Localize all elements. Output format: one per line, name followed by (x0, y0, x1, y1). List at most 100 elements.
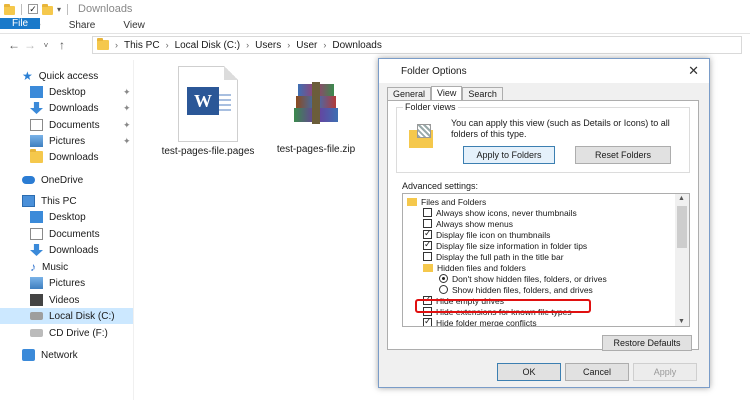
sidebar-item-local-disk[interactable]: Local Disk (C:) (0, 308, 133, 324)
window-title: Downloads (78, 3, 133, 15)
chevron-right-icon: › (165, 40, 169, 50)
setting-group: Hidden files and folders (423, 262, 526, 273)
scrollbar-thumb[interactable] (677, 206, 687, 248)
folder-icon (97, 38, 109, 50)
sidebar-item-downloads[interactable]: Downloads (30, 100, 98, 116)
radio[interactable] (439, 285, 448, 294)
sidebar-item-pc-desktop[interactable]: Desktop (30, 209, 86, 225)
pin-icon[interactable]: ✦ (123, 136, 131, 147)
sidebar-item-videos[interactable]: Videos (30, 292, 79, 308)
sidebar-item-desktop[interactable]: Desktop (30, 84, 86, 100)
setting-checkbox[interactable]: Always show icons, never thumbnails (423, 207, 577, 218)
setting-label: Show hidden files, folders, and drives (452, 284, 593, 295)
setting-label: Display file size information in folder … (436, 240, 588, 251)
ok-button[interactable]: OK (497, 363, 561, 381)
tab-general[interactable]: General (387, 87, 432, 100)
sidebar-item-label: Videos (49, 294, 80, 306)
pin-icon[interactable]: ✦ (123, 103, 131, 114)
setting-radio[interactable]: Show hidden files, folders, and drives (439, 284, 593, 295)
sidebar-item-label: Desktop (49, 86, 86, 98)
sidebar-item-label: Pictures (49, 277, 86, 289)
setting-radio[interactable]: Don't show hidden files, folders, or dri… (439, 273, 607, 284)
breadcrumb-users[interactable]: Users (255, 40, 281, 51)
setting-checkbox[interactable]: Always show menus (423, 218, 513, 229)
pin-icon[interactable]: ✦ (123, 120, 131, 131)
sidebar-item-pc-pictures[interactable]: Pictures (30, 275, 85, 291)
breadcrumb-local-disk[interactable]: Local Disk (C:) (175, 40, 241, 51)
sidebar-item-pc-downloads[interactable]: Downloads (30, 242, 98, 258)
checkbox-checked[interactable] (423, 239, 432, 250)
setting-checkbox[interactable]: Display the full path in the title bar (423, 251, 564, 262)
sidebar-item-quick-access[interactable]: ★ Quick access (22, 68, 98, 84)
setting-checkbox[interactable]: Hide folder merge conflicts (423, 316, 537, 326)
up-arrow-icon[interactable]: ↑ (54, 38, 70, 52)
restore-defaults-button[interactable]: Restore Defaults (602, 335, 692, 351)
folder-options-dialog: Folder Options ✕ General View Search Fol… (378, 58, 710, 388)
sidebar-item-label: Downloads (49, 151, 99, 163)
checkbox-checked[interactable] (423, 228, 432, 239)
checkbox[interactable] (423, 208, 432, 217)
breadcrumb-downloads[interactable]: Downloads (332, 40, 381, 51)
sidebar-item-label: Local Disk (C:) (49, 310, 115, 322)
folder-icon (407, 197, 417, 206)
setting-checkbox[interactable]: Display file size information in folder … (423, 239, 588, 251)
navigation-bar: ← → ˅ ↑ › This PC › Local Disk (C:) › Us… (0, 34, 750, 56)
sidebar-item-label: Quick access (38, 70, 99, 82)
tab-file[interactable]: File (0, 18, 41, 29)
checkbox[interactable] (423, 252, 432, 261)
sidebar-item-pc-documents[interactable]: Documents (30, 226, 100, 242)
file-item[interactable]: W test-pages-file.pages (160, 66, 256, 157)
reset-folders-button[interactable]: Reset Folders (575, 146, 671, 164)
checkbox-checked[interactable] (423, 316, 432, 326)
sidebar-item-this-pc[interactable]: This PC (22, 193, 77, 209)
sidebar-item-pictures[interactable]: Pictures (30, 133, 85, 149)
cancel-button[interactable]: Cancel (565, 363, 629, 381)
apply-to-folders-button[interactable]: Apply to Folders (463, 146, 555, 164)
new-folder-icon[interactable] (42, 3, 53, 15)
recent-dropdown-icon[interactable]: ˅ (38, 41, 54, 50)
setting-group: Files and Folders (407, 196, 486, 207)
address-bar[interactable]: › This PC › Local Disk (C:) › Users › Us… (92, 36, 742, 54)
breadcrumb-user[interactable]: User (296, 40, 317, 51)
scrollbar[interactable]: ▲ ▼ (675, 194, 689, 326)
sidebar-item-downloads-folder[interactable]: Downloads (30, 149, 98, 165)
breadcrumb-this-pc[interactable]: This PC (124, 40, 160, 51)
radio-selected[interactable] (439, 274, 448, 283)
cloud-icon (22, 176, 35, 184)
sidebar-item-label: Documents (49, 119, 100, 131)
sidebar-item-label: Pictures (49, 135, 86, 147)
title-bar: ✓ ▾ Downloads (0, 0, 750, 18)
setting-label: Display file icon on thumbnails (436, 229, 551, 240)
star-icon: ★ (22, 69, 33, 83)
dropdown-icon[interactable]: ▾ (57, 5, 61, 14)
scroll-down-icon[interactable]: ▼ (678, 318, 685, 325)
tab-view[interactable]: View (109, 18, 159, 33)
scroll-up-icon[interactable]: ▲ (678, 195, 685, 202)
tab-search[interactable]: Search (462, 87, 503, 100)
sidebar-item-network[interactable]: Network (22, 347, 78, 363)
close-icon[interactable]: ✕ (688, 63, 699, 79)
checkmark-icon[interactable]: ✓ (28, 4, 38, 14)
tab-share[interactable]: Share (55, 18, 110, 33)
sidebar-item-cd-drive[interactable]: CD Drive (F:) (30, 325, 108, 341)
checkbox[interactable] (423, 219, 432, 228)
word-document-icon: W (178, 66, 238, 142)
sidebar-item-label: Downloads (49, 102, 99, 114)
tab-view[interactable]: View (431, 86, 463, 100)
divider (67, 3, 69, 15)
setting-checkbox[interactable]: Display file icon on thumbnails (423, 228, 551, 240)
folder-view-icon (409, 124, 433, 148)
sidebar-item-documents[interactable]: Documents (30, 117, 100, 133)
apply-button[interactable]: Apply (633, 363, 697, 381)
file-item[interactable]: test-pages-file.zip (268, 80, 364, 155)
computer-icon (22, 195, 35, 207)
sidebar-item-onedrive[interactable]: OneDrive (22, 172, 83, 188)
dialog-tabs: General View Search (387, 86, 503, 100)
sidebar-item-music[interactable]: ♪ Music (30, 259, 68, 275)
sidebar-item-label: CD Drive (F:) (49, 327, 108, 339)
network-icon (22, 349, 35, 361)
back-arrow-icon[interactable]: ← (6, 38, 22, 52)
forward-arrow-icon[interactable]: → (22, 38, 38, 52)
pin-icon[interactable]: ✦ (123, 87, 131, 98)
setting-label: Don't show hidden files, folders, or dri… (452, 273, 607, 284)
